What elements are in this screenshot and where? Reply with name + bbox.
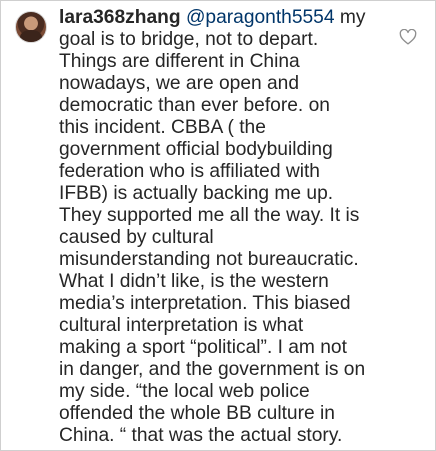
comment-username[interactable]: lara368zhang bbox=[59, 7, 181, 28]
comment-line: this incident. CBBA ( the bbox=[59, 117, 266, 138]
comment-line: my side. “the local web police bbox=[59, 381, 310, 402]
comment-line: China. “ that was the actual story. bbox=[59, 425, 343, 446]
comment-line: federation who is affiliated with bbox=[59, 161, 320, 182]
comment-card: lara368zhang @paragonth5554 my goal is t… bbox=[0, 0, 436, 451]
user-avatar[interactable] bbox=[15, 11, 47, 43]
comment-line: nowadays, we are open and bbox=[59, 73, 300, 94]
comment-line-0-tail: my bbox=[334, 7, 366, 28]
comment-line: making a sport “political”. I am not bbox=[59, 337, 347, 358]
comment-text: lara368zhang @paragonth5554 my goal is t… bbox=[59, 7, 395, 447]
heart-outline-icon[interactable] bbox=[399, 29, 417, 45]
comment-line: in danger, and the government is on bbox=[59, 359, 366, 380]
comment-line: democratic than ever before. on bbox=[59, 95, 330, 116]
comment-line: government official bodybuilding bbox=[59, 139, 333, 160]
comment-line: offended the whole BB culture in bbox=[59, 403, 335, 424]
comment-line: goal is to bridge, not to depart. bbox=[59, 29, 319, 50]
comment-line: cultural interpretation is what bbox=[59, 315, 304, 336]
comment-line: misunderstanding not bureaucratic. bbox=[59, 249, 359, 270]
comment-line: What I didn’t like, is the western bbox=[59, 271, 329, 292]
comment-line: media’s interpretation. This biased bbox=[59, 293, 351, 314]
comment-line: Things are different in China bbox=[59, 51, 300, 72]
comment-first-line: lara368zhang @paragonth5554 my bbox=[59, 7, 395, 29]
comment-line: caused by cultural bbox=[59, 227, 214, 248]
comment-line: IFBB) is actually backing me up. bbox=[59, 183, 334, 204]
mention-link[interactable]: @paragonth5554 bbox=[186, 7, 335, 28]
comment-line: They supported me all the way. It is bbox=[59, 205, 360, 226]
